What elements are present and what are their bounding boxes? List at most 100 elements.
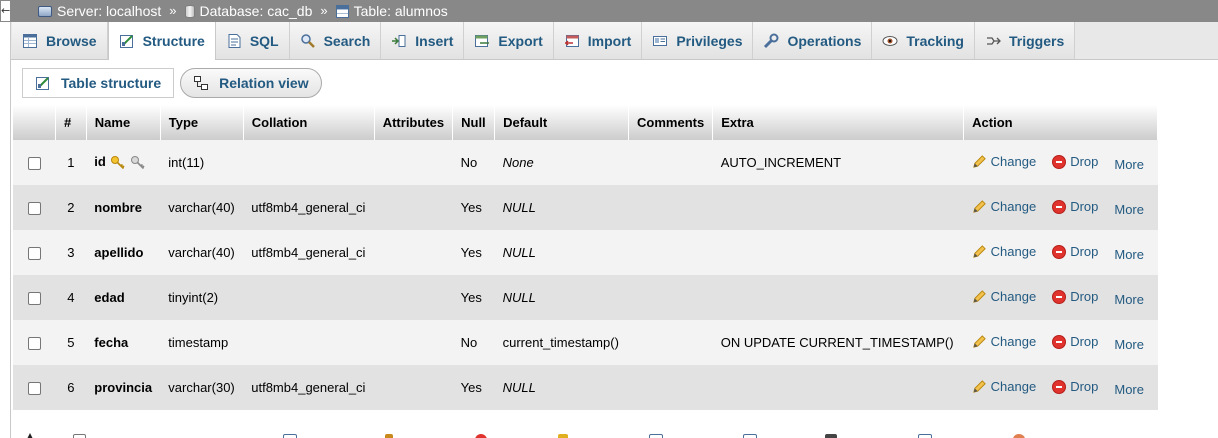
breadcrumb-table[interactable]: Table: alumnos [335,0,448,22]
more-button[interactable]: More [1114,202,1144,217]
change-label: Change [990,243,1037,259]
breadcrumb-server-label[interactable]: Server: localhost [57,0,161,22]
more-button[interactable]: More [1114,382,1144,397]
primary-key-icon [110,155,126,171]
tab-insert[interactable]: Insert [381,22,465,59]
row-checkbox[interactable] [27,337,41,351]
breadcrumb-database-label[interactable]: Database: cac_db [200,0,313,22]
drop-icon [1052,199,1067,214]
header-type[interactable]: Type [160,105,244,140]
drop-button[interactable]: Drop [1052,379,1098,394]
cell-attributes [374,365,453,410]
breadcrumb-database[interactable]: Database: cac_db [184,0,313,22]
table-row: 6 provincia varchar(30) utf8mb4_general_ci Y… [13,365,1158,410]
drop-button[interactable]: Drop [1052,154,1098,169]
tab-structure[interactable]: Structure [107,22,216,60]
drop-button[interactable]: Drop [1052,199,1098,214]
row-checkbox[interactable] [27,247,41,261]
drop-icon [1052,334,1067,349]
more-button[interactable]: More [1114,247,1144,262]
column-name: provincia [94,380,153,395]
cell-action: Change Drop More [963,275,1158,320]
header-checkbox [13,105,57,140]
fulltext-icon[interactable] [918,434,932,438]
cell-number: 2 [55,185,87,230]
breadcrumb-separator: » [320,3,328,18]
more-button[interactable]: More [1114,292,1144,307]
tab-import[interactable]: Import [553,22,643,59]
index-key-icon [130,155,146,171]
cell-type: varchar(40) [160,185,244,230]
unique-icon[interactable] [649,434,663,438]
spatial-icon[interactable] [825,434,837,438]
row-checkbox[interactable] [27,157,41,171]
tab-privileges[interactable]: Privileges [642,22,754,59]
collapse-navigation-button[interactable]: ← [0,0,11,22]
distinct-icon[interactable] [1013,434,1025,438]
change-button[interactable]: Change [972,154,1036,169]
more-button[interactable]: More [1114,157,1144,172]
drop-label: Drop [1070,154,1099,169]
relation-view-button[interactable]: Relation view [180,68,322,98]
check-all-checkbox[interactable] [73,434,86,438]
key-icon[interactable] [558,434,568,438]
tab-export[interactable]: Export [464,22,554,59]
row-checkbox[interactable] [27,292,41,306]
cell-action: Change Drop More [963,365,1158,410]
breadcrumb-separator: » [169,3,177,18]
header-collation[interactable]: Collation [243,105,375,140]
tab-search[interactable]: Search [289,22,382,59]
header-name[interactable]: Name [86,105,161,140]
drop-button[interactable]: Drop [1052,334,1098,349]
table-row: 4 edad tinyint(2) Yes NULL Change Drop More [13,275,1158,320]
tab-triggers[interactable]: Triggers [974,22,1076,59]
change-button[interactable]: Change [972,199,1036,214]
change-button[interactable]: Change [972,243,1037,259]
tab-operations[interactable]: Operations [753,22,873,59]
change-button[interactable]: Change [972,289,1036,304]
breadcrumb-server[interactable]: Server: localhost [38,0,161,22]
eye-icon [882,35,898,46]
header-attributes[interactable]: Attributes [374,105,454,140]
drop-button[interactable]: Drop [1052,244,1098,259]
cell-type: tinyint(2) [160,275,244,320]
structure-icon [36,77,49,90]
structure-icon [119,35,133,48]
cell-default: None [494,140,629,185]
pencil-icon [972,244,987,259]
cell-extra: ON UPDATE CURRENT_TIMESTAMP() [712,320,964,365]
tab-sql[interactable]: SQL [215,22,290,59]
cell-collation [243,140,375,185]
header-extra[interactable]: Extra [712,105,965,140]
header-null[interactable]: Null [452,105,496,140]
drop-label: Drop [1070,379,1099,394]
change-button[interactable]: Change [972,334,1036,349]
row-checkbox[interactable] [27,202,41,216]
header-comments[interactable]: Comments [628,105,714,140]
change-button[interactable]: Change [972,379,1036,394]
header-number[interactable]: # [55,105,87,140]
browse-icon[interactable] [283,434,297,438]
index-icon[interactable] [743,434,757,438]
table-structure-button[interactable]: Table structure [22,68,175,98]
cell-name: id [86,140,161,185]
tab-tracking[interactable]: Tracking [872,22,975,59]
pencil-icon [972,199,987,214]
cell-attributes [374,185,453,230]
row-select-cell [13,275,56,320]
cell-comments [628,185,713,230]
header-default[interactable]: Default [494,105,630,140]
drop-icon[interactable] [475,434,487,438]
drop-button[interactable]: Drop [1052,289,1098,304]
tab-browse[interactable]: Browse [12,22,108,59]
breadcrumb-table-label[interactable]: Table: alumnos [354,0,448,22]
cell-name: provincia [86,365,161,410]
row-checkbox[interactable] [27,382,41,396]
cell-name: nombre [86,185,161,230]
more-button[interactable]: More [1114,337,1144,352]
pencil-icon[interactable] [385,434,393,438]
cell-attributes [374,275,453,320]
drop-label: Drop [1070,289,1099,304]
sql-icon [228,33,241,48]
cell-comments [628,230,713,275]
